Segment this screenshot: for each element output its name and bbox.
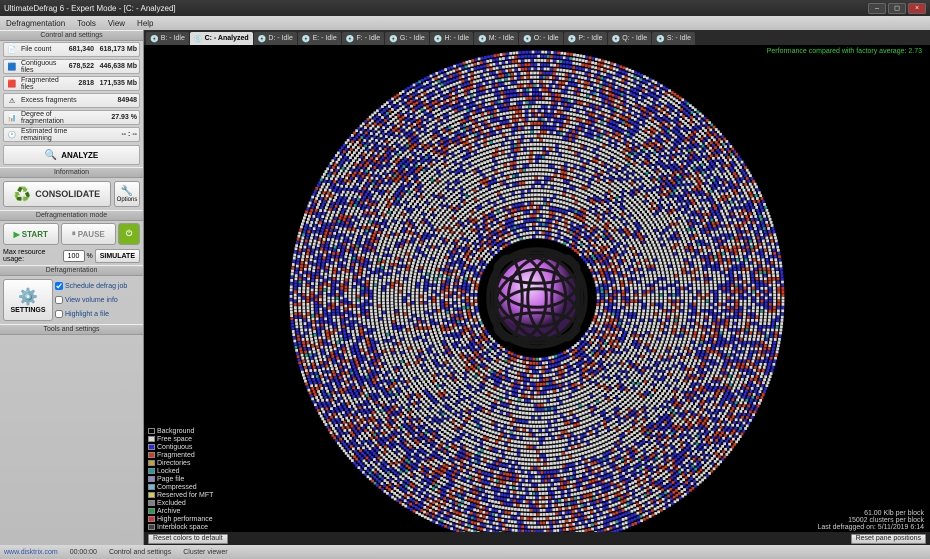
- website-link[interactable]: www.disktrix.com: [4, 549, 58, 556]
- legend-item: Fragmented: [148, 451, 213, 459]
- stat-file-count: 📄 File count 681,340 618,173 Mb: [3, 42, 140, 57]
- legend-item: Excluded: [148, 499, 213, 507]
- settings-button[interactable]: ⚙️ SETTINGS: [3, 279, 53, 321]
- drive-tab[interactable]: 💿D: - Idle: [254, 32, 297, 45]
- status-tab-cluster[interactable]: Cluster viewer: [183, 549, 227, 556]
- drive-tab[interactable]: 💿Q: - Idle: [608, 32, 652, 45]
- cluster-info: 61.00 Klb per block 15002 clusters per b…: [817, 510, 924, 531]
- power-icon: ⏻: [126, 229, 132, 239]
- resource-row: Max resource usage: % SIMULATE: [3, 249, 140, 263]
- options-button[interactable]: 🔧 Options: [114, 181, 140, 207]
- power-button[interactable]: ⏻: [118, 223, 140, 245]
- legend-item: High performance: [148, 515, 213, 523]
- drive-tab[interactable]: 💿E: - Idle: [298, 32, 341, 45]
- stat-degree: 📊 Degree of fragmentation 27.93 %: [3, 110, 140, 125]
- start-button[interactable]: ▶ START: [3, 223, 59, 245]
- play-icon: ▶: [14, 230, 20, 239]
- drive-tab[interactable]: 💿M: - Idle: [474, 32, 518, 45]
- menu-defrag[interactable]: Defragmentation: [6, 19, 65, 28]
- bottom-toolbar: Reset colors to default Reset pane posit…: [144, 532, 930, 545]
- legend-item: Archive: [148, 507, 213, 515]
- drive-tab[interactable]: 💿B: - Idle: [146, 32, 189, 45]
- menu-view[interactable]: View: [108, 19, 125, 28]
- search-icon: 🔍: [45, 150, 57, 161]
- stat-fragmented: 🟥 Fragmented files 2818 171,535 Mb: [3, 76, 140, 91]
- drive-tabs: 💿B: - Idle💿C: - Analyzed💿D: - Idle💿E: - …: [144, 30, 930, 45]
- pause-icon: ⏸: [72, 229, 76, 239]
- legend-item: Free space: [148, 435, 213, 443]
- status-time: 00:00:00: [70, 549, 97, 556]
- excess-icon: ⚠: [6, 95, 18, 107]
- drive-tab[interactable]: 💿P: - Idle: [564, 32, 607, 45]
- pause-button[interactable]: ⏸ PAUSE: [61, 223, 117, 245]
- legend-item: Background: [148, 427, 213, 435]
- simulate-button[interactable]: SIMULATE: [95, 249, 140, 263]
- reset-colors-button[interactable]: Reset colors to default: [148, 534, 228, 544]
- close-button[interactable]: ×: [908, 3, 926, 14]
- resource-input[interactable]: [63, 250, 85, 262]
- gear-icon: ⚙️: [18, 287, 38, 307]
- legend-item: Page file: [148, 475, 213, 483]
- reset-pane-button[interactable]: Reset pane positions: [851, 534, 926, 544]
- consolidate-icon: ♻️: [14, 186, 31, 203]
- fragmented-icon: 🟥: [6, 78, 18, 90]
- legend-item: Interblock space: [148, 523, 213, 531]
- check-schedule[interactable]: Schedule defrag job: [55, 282, 140, 290]
- contiguous-icon: 🟦: [6, 61, 18, 73]
- defrag-heading: Defragmentation: [0, 265, 143, 276]
- tools-heading: Tools and settings: [0, 324, 143, 335]
- files-icon: 📄: [6, 44, 18, 56]
- legend: BackgroundFree spaceContiguousFragmented…: [148, 427, 213, 531]
- analyze-button[interactable]: 🔍 ANALYZE: [3, 145, 140, 165]
- performance-label: Performance compared with factory averag…: [767, 48, 922, 55]
- sidebar: Control and settings 📄 File count 681,34…: [0, 30, 144, 545]
- legend-item: Reserved for MFT: [148, 491, 213, 499]
- legend-item: Locked: [148, 467, 213, 475]
- clock-icon: 🕐: [6, 129, 18, 141]
- maximize-button[interactable]: ◻: [888, 3, 906, 14]
- consolidate-button[interactable]: ♻️ CONSOLIDATE: [3, 181, 111, 207]
- window-title: UltimateDefrag 6 - Expert Mode - [C: - A…: [4, 4, 866, 13]
- degree-icon: 📊: [6, 112, 18, 124]
- drive-tab[interactable]: 💿H: - Idle: [430, 32, 473, 45]
- drive-tab[interactable]: 💿F: - Idle: [342, 32, 384, 45]
- drive-tab[interactable]: 💿G: - Idle: [385, 32, 429, 45]
- legend-item: Contiguous: [148, 443, 213, 451]
- menu-tools[interactable]: Tools: [77, 19, 96, 28]
- legend-item: Compressed: [148, 483, 213, 491]
- stat-eta: 🕐 Estimated time remaining -- : --: [3, 127, 140, 142]
- drive-tab[interactable]: 💿S: - Idle: [652, 32, 695, 45]
- disk-visualization[interactable]: [287, 48, 787, 545]
- status-tab-control[interactable]: Control and settings: [109, 549, 171, 556]
- legend-item: Directories: [148, 459, 213, 467]
- sidebar-heading: Control and settings: [0, 30, 143, 41]
- information-heading: Information: [0, 167, 143, 178]
- drive-tab[interactable]: 💿C: - Analyzed: [190, 32, 253, 45]
- stat-excess: ⚠ Excess fragments 84948: [3, 93, 140, 108]
- check-volinfo[interactable]: View volume info: [55, 296, 140, 304]
- menu-help[interactable]: Help: [137, 19, 153, 28]
- menu-bar: Defragmentation Tools View Help: [0, 16, 930, 30]
- drive-tab[interactable]: 💿O: - Idle: [519, 32, 563, 45]
- wrench-icon: 🔧: [121, 186, 133, 197]
- defrag-mode-heading: Defragmentation mode: [0, 210, 143, 221]
- check-highlight[interactable]: Highlight a file: [55, 310, 140, 318]
- title-bar: UltimateDefrag 6 - Expert Mode - [C: - A…: [0, 0, 930, 16]
- main-view: 💿B: - Idle💿C: - Analyzed💿D: - Idle💿E: - …: [144, 30, 930, 545]
- status-bar: www.disktrix.com 00:00:00 Control and se…: [0, 545, 930, 559]
- stat-contiguous: 🟦 Contiguous files 678,522 446,638 Mb: [3, 59, 140, 74]
- minimize-button[interactable]: –: [868, 3, 886, 14]
